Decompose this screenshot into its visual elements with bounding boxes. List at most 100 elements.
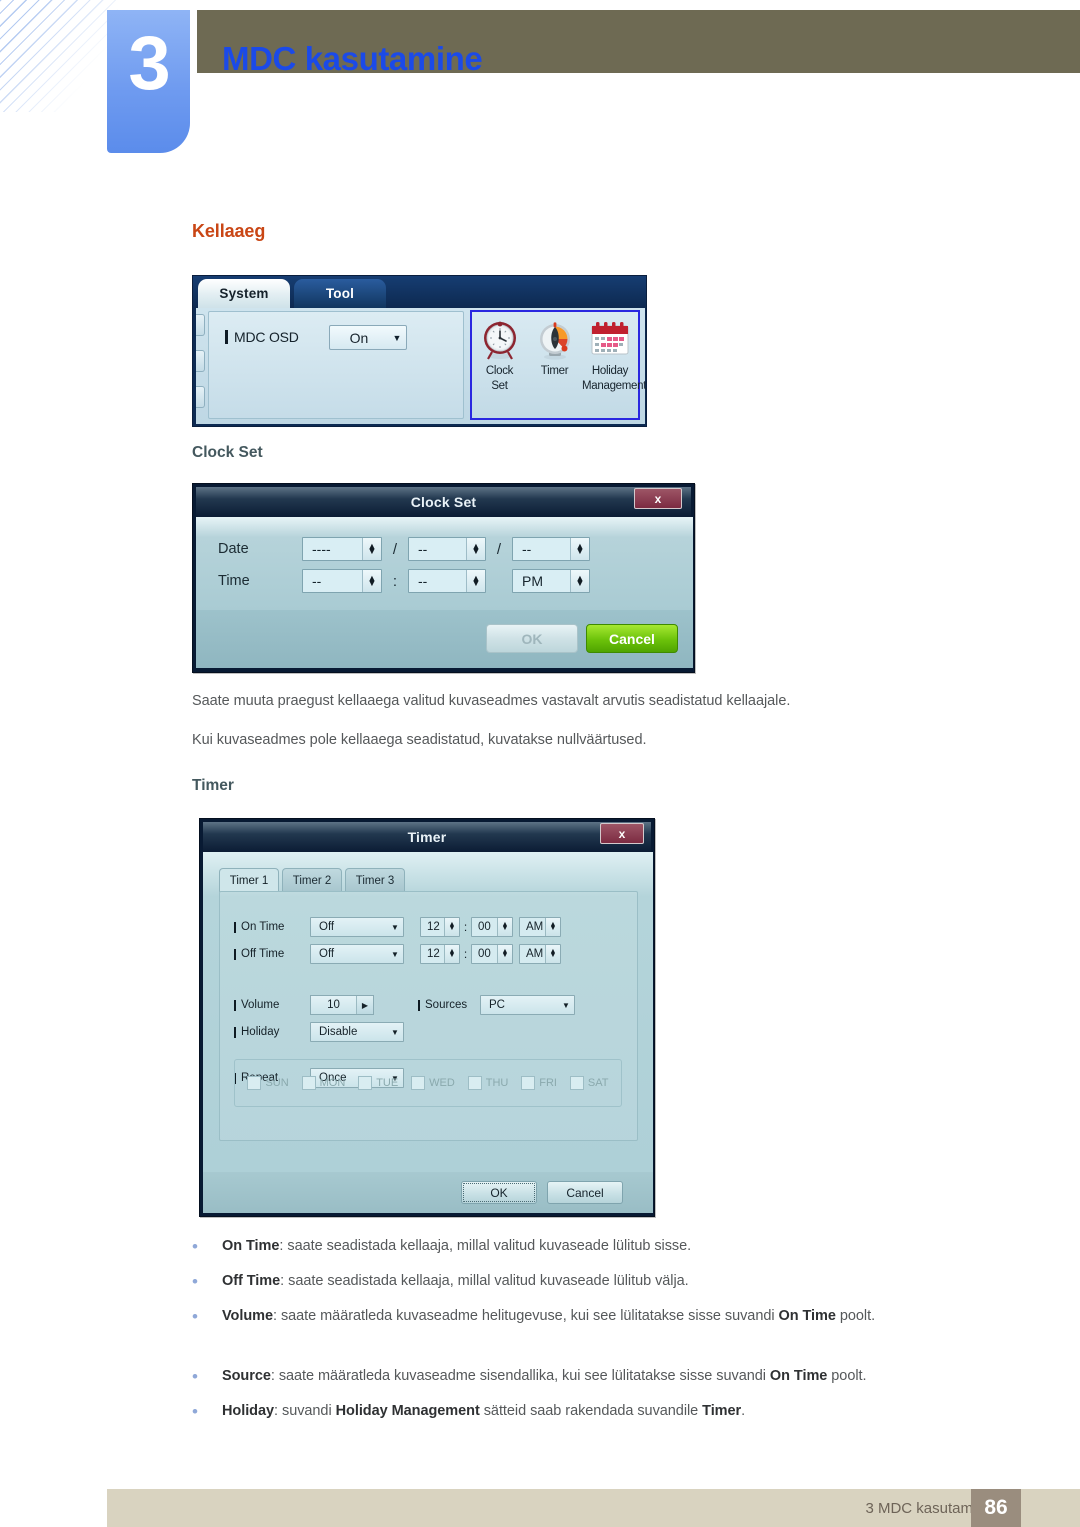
bullet-text-off-time: Off Time: saate seadistada kellaaja, mil… [222, 1271, 689, 1292]
date-separator-1: / [392, 540, 398, 558]
checkbox-wed[interactable] [411, 1076, 426, 1090]
weekday-sat[interactable]: SAT [569, 1076, 609, 1090]
ok-button[interactable]: OK [461, 1181, 537, 1204]
time-meridiem-stepper[interactable]: PM ▲ ▼ [512, 569, 590, 593]
clock-set-dialog-body: Date ---- ▲ ▼ / -- ▲ ▼ / -- ▲ ▼ Time -- … [196, 517, 693, 610]
date-month-value: -- [418, 541, 428, 557]
stepper-arrows-icon[interactable]: ▲ ▼ [444, 918, 459, 936]
weekday-label: TUE [376, 1077, 399, 1089]
timer-dialog: Timer x Timer 1 Timer 2 Timer 3 On Time … [199, 818, 655, 1217]
mdc-osd-label: MDC OSD [225, 329, 299, 345]
tab-tool[interactable]: Tool [294, 279, 386, 308]
volume-stepper[interactable]: 10 ▶ [310, 995, 374, 1015]
off-time-meridiem-value: AM [526, 948, 544, 960]
bullet-rest-2: poolt. [835, 1308, 876, 1324]
on-time-mode-select[interactable]: Off ▼ [310, 917, 404, 937]
stepper-arrows-icon[interactable]: ▲ ▼ [362, 570, 381, 592]
chevron-down-icon: ▼ [562, 1000, 570, 1010]
volume-row: Volume 10 ▶ [234, 995, 374, 1015]
timer-tile[interactable]: Timer [527, 317, 582, 380]
list-item: • Holiday: suvandi Holiday Management sä… [192, 1401, 1032, 1422]
decorative-hatch-pattern [0, 0, 118, 112]
time-hour-stepper[interactable]: -- ▲ ▼ [302, 569, 382, 593]
close-icon[interactable]: x [634, 488, 682, 509]
stepper-arrows-icon[interactable]: ▲ ▼ [466, 538, 485, 560]
bullet-term-3: Timer [702, 1403, 742, 1419]
weekday-label: SAT [587, 1077, 609, 1089]
section-heading: Kellaaeg [192, 221, 266, 241]
checkbox-fri[interactable] [521, 1076, 536, 1090]
checkbox-sun[interactable] [247, 1076, 262, 1090]
tab-timer-1[interactable]: Timer 1 [219, 868, 279, 892]
off-time-label: Off Time [234, 948, 310, 960]
checkbox-tue[interactable] [358, 1076, 373, 1090]
weekday-thu[interactable]: THU [467, 1076, 509, 1090]
holiday-select[interactable]: Disable ▼ [310, 1022, 404, 1042]
tab-timer-3[interactable]: Timer 3 [345, 868, 405, 892]
sources-label: Sources [418, 999, 480, 1011]
weekday-sun[interactable]: SUN [247, 1076, 289, 1090]
bullet-rest: : suvandi [274, 1403, 336, 1419]
clock-set-tile[interactable]: Clock Set [472, 317, 527, 392]
time-hour-value: -- [312, 573, 322, 589]
off-time-mode-value: Off [319, 948, 335, 960]
stepper-arrows-icon[interactable]: ▲ ▼ [362, 538, 381, 560]
off-time-mode-select[interactable]: Off ▼ [310, 944, 404, 964]
checkbox-mon[interactable] [301, 1076, 316, 1090]
stepper-arrows-icon[interactable]: ▲ ▼ [466, 570, 485, 592]
weekday-fri[interactable]: FRI [521, 1076, 557, 1090]
holiday-label-line2: Management [582, 379, 647, 392]
mdc-left-stub [196, 350, 205, 372]
play-arrow-icon[interactable]: ▶ [356, 996, 373, 1014]
time-label: Time [218, 573, 250, 589]
on-time-hour-stepper[interactable]: 12 ▲ ▼ [420, 917, 460, 937]
weekday-checkbox-group: SUN MON TUE WED THU FRI SAT [234, 1059, 622, 1107]
stepper-arrows-icon[interactable]: ▲ ▼ [545, 945, 560, 963]
bullet-rest: : saate määratleda kuvaseadme sisendalli… [270, 1368, 770, 1384]
off-time-hour-stepper[interactable]: 12 ▲ ▼ [420, 944, 460, 964]
stepper-arrows-icon[interactable]: ▲ ▼ [497, 918, 512, 936]
clock-set-label-line2: Set [491, 379, 508, 392]
chapter-number-tab: 3 [107, 10, 190, 153]
weekday-label: WED [429, 1077, 455, 1089]
off-time-minute-stepper[interactable]: 00 ▲ ▼ [471, 944, 513, 964]
cancel-button[interactable]: Cancel [586, 624, 678, 653]
clock-icon [472, 317, 527, 363]
mdc-osd-select[interactable]: On ▼ [329, 325, 407, 350]
on-time-minute-stepper[interactable]: 00 ▲ ▼ [471, 917, 513, 937]
ok-button[interactable]: OK [486, 624, 578, 653]
date-day-stepper[interactable]: -- ▲ ▼ [512, 537, 590, 561]
on-time-meridiem-stepper[interactable]: AM ▲ ▼ [519, 917, 561, 937]
tab-timer-2[interactable]: Timer 2 [282, 868, 342, 892]
off-time-meridiem-stepper[interactable]: AM ▲ ▼ [519, 944, 561, 964]
checkbox-sat[interactable] [569, 1076, 584, 1090]
close-icon[interactable]: x [600, 823, 644, 844]
list-item: • On Time: saate seadistada kellaaja, mi… [192, 1236, 1032, 1257]
tab-system[interactable]: System [198, 279, 290, 308]
sources-select[interactable]: PC ▼ [480, 995, 575, 1015]
date-month-stepper[interactable]: -- ▲ ▼ [408, 537, 486, 561]
bullet-term-2: Holiday Management [335, 1403, 480, 1419]
weekday-mon[interactable]: MON [301, 1076, 345, 1090]
holiday-management-tile[interactable]: Holiday Management [582, 317, 647, 392]
weekday-tue[interactable]: TUE [358, 1076, 398, 1090]
cancel-button[interactable]: Cancel [547, 1181, 623, 1204]
subheading-timer: Timer [192, 777, 234, 794]
stepper-arrows-icon[interactable]: ▲ ▼ [444, 945, 459, 963]
stepper-arrows-icon[interactable]: ▲ ▼ [570, 538, 589, 560]
stepper-arrows-icon[interactable]: ▲ ▼ [570, 570, 589, 592]
time-minute-stepper[interactable]: -- ▲ ▼ [408, 569, 486, 593]
date-year-stepper[interactable]: ---- ▲ ▼ [302, 537, 382, 561]
weekday-label: THU [485, 1077, 509, 1089]
holiday-label-line1: Holiday [591, 365, 629, 377]
volume-value: 10 [327, 999, 340, 1011]
stepper-arrows-icon[interactable]: ▲ ▼ [497, 945, 512, 963]
holiday-value: Disable [319, 1026, 358, 1038]
weekday-wed[interactable]: WED [411, 1076, 455, 1090]
timer-settings-panel: On Time Off ▼ 12 ▲ ▼ : 00 ▲ ▼ AM ▲ ▼ Off… [219, 891, 638, 1141]
mdc-panel-body: MDC OSD On ▼ Clock Set Timer Holiday Man… [196, 308, 647, 424]
stepper-arrows-icon[interactable]: ▲ ▼ [545, 918, 560, 936]
holiday-label: Holiday [234, 1026, 310, 1038]
weekday-label: SUN [265, 1077, 289, 1089]
checkbox-thu[interactable] [467, 1076, 482, 1090]
